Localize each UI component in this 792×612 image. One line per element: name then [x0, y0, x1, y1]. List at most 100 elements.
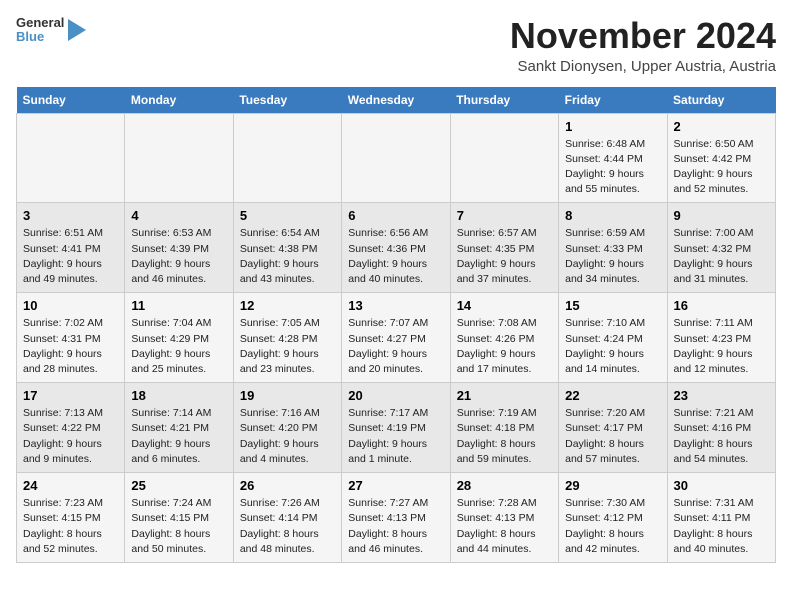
calendar-cell: 19 Sunrise: 7:16 AM Sunset: 4:20 PM Dayli… [233, 383, 341, 473]
calendar-cell: 17 Sunrise: 7:13 AM Sunset: 4:22 PM Dayli… [17, 383, 125, 473]
day-number: 14 [457, 298, 552, 313]
calendar-cell: 6Sunrise: 6:56 AM Sunset: 4:36 PM Daylig… [342, 203, 450, 293]
calendar-cell: 9 Sunrise: 7:00 AM Sunset: 4:32 PM Daylig… [667, 203, 775, 293]
calendar-cell: 20 Sunrise: 7:17 AM Sunset: 4:19 PM Dayli… [342, 383, 450, 473]
day-number: 26 [240, 478, 335, 493]
calendar-cell [125, 113, 233, 203]
calendar-week-row: 24Sunrise: 7:23 AM Sunset: 4:15 PM Dayli… [17, 473, 776, 563]
calendar-cell: 16 Sunrise: 7:11 AM Sunset: 4:23 PM Dayli… [667, 293, 775, 383]
day-info: Sunrise: 7:16 AM Sunset: 4:20 PM Dayligh… [240, 406, 335, 467]
day-number: 24 [23, 478, 118, 493]
day-number: 9 [674, 208, 769, 223]
day-number: 19 [240, 388, 335, 403]
day-info: Sunrise: 6:53 AM Sunset: 4:39 PM Dayligh… [131, 226, 226, 287]
logo-text: General Blue [16, 16, 64, 45]
calendar-week-row: 17 Sunrise: 7:13 AM Sunset: 4:22 PM Dayli… [17, 383, 776, 473]
day-info: Sunrise: 6:54 AM Sunset: 4:38 PM Dayligh… [240, 226, 335, 287]
weekday-header: Saturday [667, 87, 775, 114]
day-info: Sunrise: 7:13 AM Sunset: 4:22 PM Dayligh… [23, 406, 118, 467]
day-info: Sunrise: 6:57 AM Sunset: 4:35 PM Dayligh… [457, 226, 552, 287]
calendar-cell: 22Sunrise: 7:20 AM Sunset: 4:17 PM Dayli… [559, 383, 667, 473]
day-number: 10 [23, 298, 118, 313]
calendar-cell [233, 113, 341, 203]
calendar-cell: 15Sunrise: 7:10 AM Sunset: 4:24 PM Dayli… [559, 293, 667, 383]
weekday-header: Thursday [450, 87, 558, 114]
day-number: 27 [348, 478, 443, 493]
day-info: Sunrise: 7:02 AM Sunset: 4:31 PM Dayligh… [23, 316, 118, 377]
day-number: 21 [457, 388, 552, 403]
calendar-cell: 23Sunrise: 7:21 AM Sunset: 4:16 PM Dayli… [667, 383, 775, 473]
day-number: 5 [240, 208, 335, 223]
calendar-cell [17, 113, 125, 203]
logo-icon [68, 19, 86, 41]
day-info: Sunrise: 7:00 AM Sunset: 4:32 PM Dayligh… [674, 226, 769, 287]
weekday-header: Wednesday [342, 87, 450, 114]
calendar-cell: 1 Sunrise: 6:48 AM Sunset: 4:44 PM Daylig… [559, 113, 667, 203]
day-number: 2 [674, 119, 769, 134]
day-number: 18 [131, 388, 226, 403]
day-info: Sunrise: 6:50 AM Sunset: 4:42 PM Dayligh… [674, 137, 769, 198]
calendar-header: SundayMondayTuesdayWednesdayThursdayFrid… [17, 87, 776, 114]
calendar-cell: 21 Sunrise: 7:19 AM Sunset: 4:18 PM Dayli… [450, 383, 558, 473]
calendar-cell: 14 Sunrise: 7:08 AM Sunset: 4:26 PM Dayli… [450, 293, 558, 383]
calendar-cell: 11Sunrise: 7:04 AM Sunset: 4:29 PM Dayli… [125, 293, 233, 383]
logo: General Blue [16, 16, 86, 45]
day-info: Sunrise: 6:48 AM Sunset: 4:44 PM Dayligh… [565, 137, 660, 198]
calendar-cell: 27Sunrise: 7:27 AM Sunset: 4:13 PM Dayli… [342, 473, 450, 563]
calendar-body: 1 Sunrise: 6:48 AM Sunset: 4:44 PM Daylig… [17, 113, 776, 562]
calendar-cell [450, 113, 558, 203]
subtitle: Sankt Dionysen, Upper Austria, Austria [510, 58, 776, 75]
day-number: 30 [674, 478, 769, 493]
calendar-cell: 24Sunrise: 7:23 AM Sunset: 4:15 PM Dayli… [17, 473, 125, 563]
weekday-header: Tuesday [233, 87, 341, 114]
day-number: 4 [131, 208, 226, 223]
day-number: 13 [348, 298, 443, 313]
calendar-cell: 30 Sunrise: 7:31 AM Sunset: 4:11 PM Dayli… [667, 473, 775, 563]
day-info: Sunrise: 7:31 AM Sunset: 4:11 PM Dayligh… [674, 496, 769, 557]
month-title: November 2024 [510, 16, 776, 56]
header: General Blue November 2024 Sankt Dionyse… [16, 16, 776, 75]
weekday-header: Monday [125, 87, 233, 114]
day-info: Sunrise: 7:24 AM Sunset: 4:15 PM Dayligh… [131, 496, 226, 557]
day-info: Sunrise: 7:14 AM Sunset: 4:21 PM Dayligh… [131, 406, 226, 467]
day-info: Sunrise: 7:08 AM Sunset: 4:26 PM Dayligh… [457, 316, 552, 377]
day-number: 1 [565, 119, 660, 134]
calendar-cell: 8 Sunrise: 6:59 AM Sunset: 4:33 PM Daylig… [559, 203, 667, 293]
day-info: Sunrise: 7:17 AM Sunset: 4:19 PM Dayligh… [348, 406, 443, 467]
day-number: 3 [23, 208, 118, 223]
calendar-cell: 7 Sunrise: 6:57 AM Sunset: 4:35 PM Daylig… [450, 203, 558, 293]
calendar-cell: 3 Sunrise: 6:51 AM Sunset: 4:41 PM Daylig… [17, 203, 125, 293]
title-block: November 2024 Sankt Dionysen, Upper Aust… [510, 16, 776, 75]
weekday-header: Friday [559, 87, 667, 114]
weekday-header: Sunday [17, 87, 125, 114]
calendar-table: SundayMondayTuesdayWednesdayThursdayFrid… [16, 87, 776, 563]
day-number: 11 [131, 298, 226, 313]
day-number: 7 [457, 208, 552, 223]
calendar-cell: 25Sunrise: 7:24 AM Sunset: 4:15 PM Dayli… [125, 473, 233, 563]
day-info: Sunrise: 7:30 AM Sunset: 4:12 PM Dayligh… [565, 496, 660, 557]
calendar-week-row: 10 Sunrise: 7:02 AM Sunset: 4:31 PM Dayli… [17, 293, 776, 383]
day-number: 20 [348, 388, 443, 403]
day-number: 12 [240, 298, 335, 313]
day-info: Sunrise: 6:59 AM Sunset: 4:33 PM Dayligh… [565, 226, 660, 287]
calendar-cell: 2 Sunrise: 6:50 AM Sunset: 4:42 PM Daylig… [667, 113, 775, 203]
day-number: 29 [565, 478, 660, 493]
calendar-week-row: 3 Sunrise: 6:51 AM Sunset: 4:41 PM Daylig… [17, 203, 776, 293]
calendar-cell: 10 Sunrise: 7:02 AM Sunset: 4:31 PM Dayli… [17, 293, 125, 383]
day-number: 17 [23, 388, 118, 403]
day-info: Sunrise: 7:19 AM Sunset: 4:18 PM Dayligh… [457, 406, 552, 467]
day-info: Sunrise: 7:20 AM Sunset: 4:17 PM Dayligh… [565, 406, 660, 467]
day-info: Sunrise: 7:11 AM Sunset: 4:23 PM Dayligh… [674, 316, 769, 377]
logo-line1: General [16, 16, 64, 30]
day-info: Sunrise: 6:51 AM Sunset: 4:41 PM Dayligh… [23, 226, 118, 287]
calendar-cell: 29 Sunrise: 7:30 AM Sunset: 4:12 PM Dayli… [559, 473, 667, 563]
calendar-week-row: 1 Sunrise: 6:48 AM Sunset: 4:44 PM Daylig… [17, 113, 776, 203]
calendar-cell: 4 Sunrise: 6:53 AM Sunset: 4:39 PM Daylig… [125, 203, 233, 293]
day-number: 8 [565, 208, 660, 223]
calendar-cell: 5 Sunrise: 6:54 AM Sunset: 4:38 PM Daylig… [233, 203, 341, 293]
day-number: 6 [348, 208, 443, 223]
day-number: 16 [674, 298, 769, 313]
day-info: Sunrise: 7:10 AM Sunset: 4:24 PM Dayligh… [565, 316, 660, 377]
day-info: Sunrise: 7:05 AM Sunset: 4:28 PM Dayligh… [240, 316, 335, 377]
calendar-cell: 13Sunrise: 7:07 AM Sunset: 4:27 PM Dayli… [342, 293, 450, 383]
